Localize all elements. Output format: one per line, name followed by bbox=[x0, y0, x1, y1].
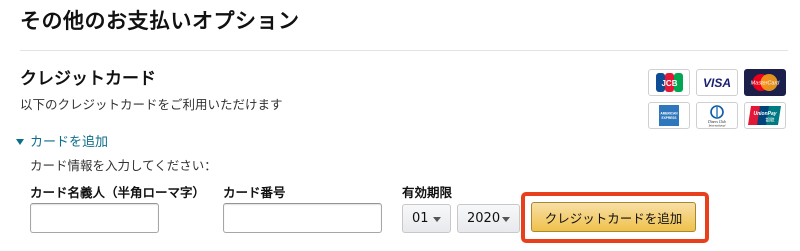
credit-card-description: 以下のクレジットカードをご利用いただけます bbox=[20, 97, 283, 112]
caret-down-icon bbox=[16, 138, 24, 145]
credit-card-section-title: クレジットカード bbox=[20, 69, 156, 89]
svg-text:JCB: JCB bbox=[661, 79, 677, 88]
mastercard-icon: MasterCard bbox=[744, 69, 786, 96]
diners-club-icon: Diners Club International bbox=[696, 102, 738, 129]
svg-text:International: International bbox=[708, 124, 726, 128]
card-number-label: カード番号 bbox=[223, 185, 286, 200]
cardholder-name-label: カード名義人（半角ローマ字） bbox=[30, 185, 206, 200]
jcb-icon: JCB bbox=[648, 69, 690, 96]
amex-icon: AMERICAN EXPRESS bbox=[648, 102, 690, 129]
chevron-down-icon bbox=[502, 217, 510, 222]
expiry-label: 有効期限 bbox=[402, 185, 453, 200]
svg-text:UnionPay: UnionPay bbox=[753, 111, 776, 117]
svg-text:VISA: VISA bbox=[703, 76, 731, 90]
visa-icon: VISA bbox=[696, 69, 738, 96]
expiry-year-select[interactable]: 2020 bbox=[457, 204, 520, 233]
add-card-toggle-label: カードを追加 bbox=[30, 135, 109, 150]
add-credit-card-button[interactable]: クレジットカードを追加 bbox=[531, 202, 696, 232]
unionpay-icon: UnionPay 银联 bbox=[744, 102, 786, 129]
card-number-input[interactable] bbox=[223, 203, 382, 233]
expiry-month-select[interactable]: 01 bbox=[402, 204, 451, 233]
add-card-toggle[interactable]: カードを追加 bbox=[16, 131, 108, 150]
chevron-down-icon bbox=[433, 217, 441, 222]
svg-text:AMERICAN: AMERICAN bbox=[660, 112, 678, 116]
divider bbox=[20, 50, 788, 51]
card-info-instruction: カード情報を入力してください： bbox=[30, 158, 217, 173]
svg-text:银联: 银联 bbox=[766, 117, 775, 124]
expiry-year-value: 2020 bbox=[467, 211, 501, 226]
svg-text:MasterCard: MasterCard bbox=[751, 81, 781, 87]
expiry-month-value: 01 bbox=[412, 211, 429, 226]
svg-text:EXPRESS: EXPRESS bbox=[661, 116, 676, 120]
cardholder-name-input[interactable] bbox=[30, 203, 159, 233]
page-title: その他のお支払いオプション bbox=[20, 9, 300, 33]
